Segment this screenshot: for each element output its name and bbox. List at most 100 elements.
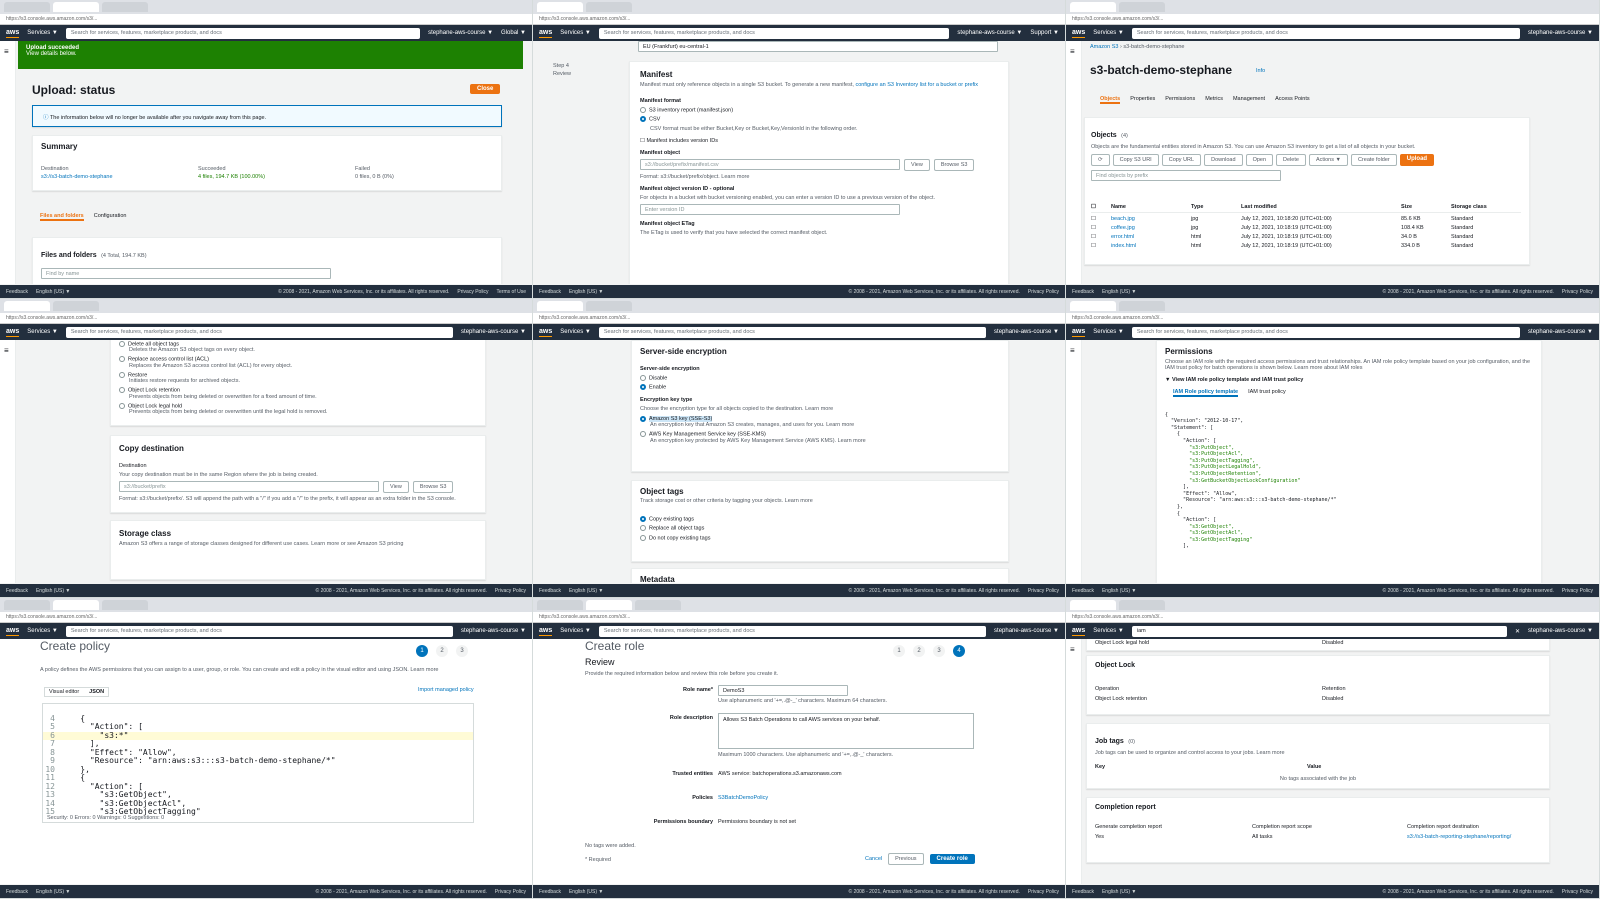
terms-link[interactable]: Terms of Use: [497, 289, 526, 295]
object-name-link[interactable]: coffee.jpg: [1111, 225, 1191, 231]
radio-icon[interactable]: [640, 525, 646, 532]
tab-metrics[interactable]: Metrics: [1205, 96, 1223, 104]
address-bar[interactable]: https://s3.console.aws.amazon.com/s3/...: [533, 313, 1065, 324]
language-menu[interactable]: English (US) ▼: [569, 889, 603, 895]
feedback-link[interactable]: Feedback: [6, 588, 28, 594]
aws-logo[interactable]: aws: [6, 328, 20, 337]
tab-trust-policy[interactable]: IAM trust policy: [1248, 389, 1286, 397]
browser-tab[interactable]: [4, 2, 50, 12]
browser-tab-active[interactable]: [1070, 600, 1116, 610]
option-disable[interactable]: Disable: [640, 375, 1000, 381]
aws-logo[interactable]: aws: [539, 29, 553, 38]
privacy-link[interactable]: Privacy Policy: [1028, 889, 1059, 895]
object-name-link[interactable]: index.html: [1111, 243, 1191, 249]
feedback-link[interactable]: Feedback: [539, 289, 561, 295]
address-bar[interactable]: https://s3.console.aws.amazon.com/s3/...: [1066, 14, 1599, 25]
destination-input[interactable]: s3://bucket/prefix: [119, 481, 379, 492]
global-search-input[interactable]: Search for services, features, marketpla…: [65, 326, 454, 338]
object-name-link[interactable]: beach.jpg: [1111, 216, 1191, 222]
browser-tab[interactable]: [1119, 600, 1165, 610]
hamburger-icon[interactable]: ≡: [0, 47, 9, 56]
services-menu[interactable]: Services ▼: [560, 329, 591, 335]
view-button[interactable]: View: [904, 158, 930, 171]
option-enable[interactable]: Enable: [640, 384, 1000, 391]
account-menu[interactable]: stephane-aws-course ▼: [428, 30, 493, 36]
tab-role-policy[interactable]: IAM Role policy template: [1173, 389, 1239, 397]
radio-icon[interactable]: [640, 375, 646, 381]
step-3[interactable]: 3: [456, 645, 468, 657]
manifest-object-input[interactable]: s3://bucket/prefix/manifest.csv: [640, 159, 900, 171]
side-nav-toggle[interactable]: ≡: [0, 41, 16, 284]
side-nav-toggle[interactable]: ≡: [0, 340, 16, 583]
browser-tab-active[interactable]: [53, 2, 99, 12]
option-replace-tags[interactable]: Replace all object tags: [640, 525, 1000, 532]
includes-versions-checkbox[interactable]: ☐ Manifest includes version IDs: [640, 138, 998, 144]
browser-tab[interactable]: [635, 600, 681, 610]
version-id-input[interactable]: Enter version ID: [640, 203, 900, 215]
col-size[interactable]: Size: [1401, 204, 1451, 210]
services-menu[interactable]: Services ▼: [27, 30, 58, 36]
browser-tab[interactable]: [102, 2, 148, 12]
global-search-input[interactable]: iam: [1131, 625, 1507, 637]
role-desc-textarea[interactable]: Allows S3 Batch Operations to call AWS s…: [718, 713, 974, 749]
aws-logo[interactable]: aws: [6, 627, 20, 636]
privacy-link[interactable]: Privacy Policy: [495, 889, 526, 895]
browser-tab-active[interactable]: [4, 301, 50, 311]
global-search-input[interactable]: Search for services, features, marketpla…: [1131, 326, 1521, 338]
col-type[interactable]: Type: [1191, 204, 1241, 210]
row-checkbox[interactable]: ☐: [1091, 243, 1111, 249]
table-row[interactable]: ☐ error.html html July 12, 2021, 10:18:19 (…: [1091, 234, 1521, 240]
copy-uri-button[interactable]: Copy S3 URI: [1112, 154, 1159, 166]
browse-s3-button[interactable]: Browse S3: [933, 158, 975, 171]
services-menu[interactable]: Services ▼: [27, 329, 58, 335]
language-menu[interactable]: English (US) ▼: [36, 289, 70, 295]
option-csv[interactable]: CSV: [640, 116, 998, 123]
report-dest-link[interactable]: s3://s3-batch-reporting-stephane/reporti…: [1407, 834, 1511, 840]
tab-visual-editor[interactable]: Visual editor: [49, 689, 79, 695]
tab-objects[interactable]: Objects: [1100, 96, 1121, 104]
browser-tab[interactable]: [102, 600, 148, 610]
region-select[interactable]: EU (Frankfurt) eu-central-1: [638, 41, 998, 52]
feedback-link[interactable]: Feedback: [1072, 289, 1094, 295]
services-menu[interactable]: Services ▼: [1093, 30, 1124, 36]
find-by-name-input[interactable]: Find by name: [41, 268, 331, 279]
privacy-link[interactable]: Privacy Policy: [457, 289, 488, 295]
address-bar[interactable]: https://s3.console.aws.amazon.com/s3/...: [1066, 612, 1599, 623]
browser-tab-active[interactable]: [1070, 2, 1116, 12]
browser-tab[interactable]: [53, 301, 99, 311]
account-menu[interactable]: stephane-aws-course ▼: [1528, 628, 1593, 634]
delete-button[interactable]: Delete: [1276, 154, 1306, 166]
global-search-input[interactable]: Search for services, features, marketpla…: [598, 326, 987, 338]
address-bar[interactable]: https://s3.console.aws.amazon.com/s3/...: [0, 14, 532, 25]
open-button[interactable]: Open: [1245, 154, 1274, 166]
table-row[interactable]: ☐ coffee.jpg jpg July 12, 2021, 10:18:19 (U…: [1091, 225, 1521, 231]
policy-link[interactable]: S3BatchDemoPolicy: [718, 795, 768, 801]
account-menu[interactable]: stephane-aws-course ▼: [994, 628, 1059, 634]
option-sse-kms[interactable]: AWS Key Management Service key (SSE-KMS)…: [640, 431, 1000, 444]
global-search-input[interactable]: Search for services, features, marketpla…: [65, 27, 421, 39]
side-nav-toggle[interactable]: ≡: [1066, 340, 1082, 583]
policy-code-editor[interactable]: { "Version": "2012-10-17", "Statement": …: [1165, 405, 1533, 563]
services-menu[interactable]: Services ▼: [1093, 628, 1124, 634]
hamburger-icon[interactable]: ≡: [1066, 346, 1075, 355]
radio-icon[interactable]: [119, 402, 125, 409]
step-4[interactable]: 4: [953, 645, 965, 657]
address-bar[interactable]: https://s3.console.aws.amazon.com/s3/...: [0, 313, 532, 324]
step-1[interactable]: 1: [416, 645, 428, 657]
view-button[interactable]: View: [383, 481, 409, 493]
copy-url-button[interactable]: Copy URL: [1161, 154, 1202, 166]
privacy-link[interactable]: Privacy Policy: [1562, 289, 1593, 295]
tab-configuration[interactable]: Configuration: [94, 213, 127, 221]
hamburger-icon[interactable]: ≡: [1066, 645, 1075, 654]
aws-logo[interactable]: aws: [1072, 627, 1086, 636]
browser-tab[interactable]: [586, 301, 632, 311]
object-name-link[interactable]: error.html: [1111, 234, 1191, 240]
privacy-link[interactable]: Privacy Policy: [1562, 889, 1593, 895]
option-no-copy-tags[interactable]: Do not copy existing tags: [640, 534, 1000, 541]
browser-tab[interactable]: [537, 600, 583, 610]
row-checkbox[interactable]: ☐: [1091, 234, 1111, 240]
browser-tab[interactable]: [1119, 2, 1165, 12]
previous-button[interactable]: Previous: [888, 853, 924, 865]
language-menu[interactable]: English (US) ▼: [569, 588, 603, 594]
radio-icon[interactable]: [119, 371, 125, 378]
